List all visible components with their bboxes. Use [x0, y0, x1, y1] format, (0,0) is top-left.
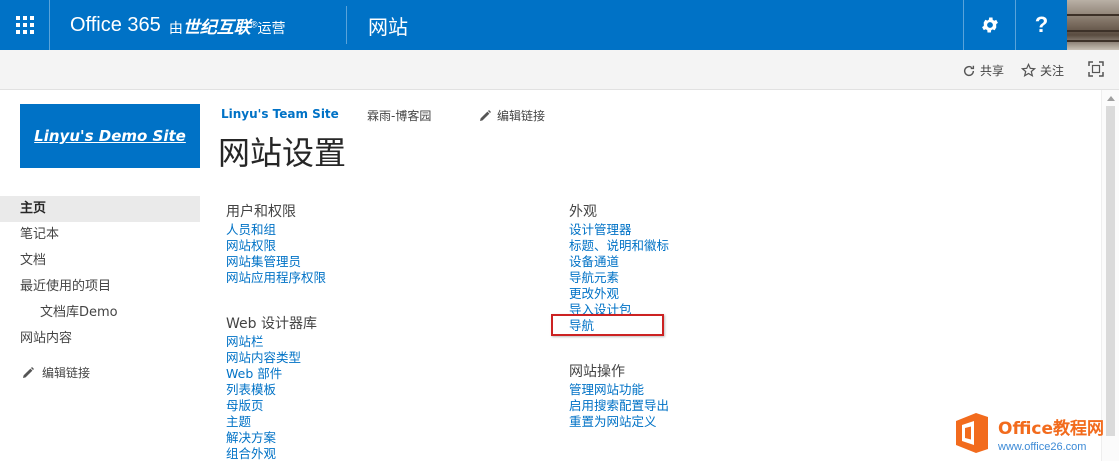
link-navigation-elements[interactable]: 导航元素 [569, 270, 669, 286]
link-manage-site-features[interactable]: 管理网站功能 [569, 382, 669, 398]
app-launcher-button[interactable] [0, 0, 50, 50]
help-icon: ? [1034, 12, 1049, 37]
top-nav-subsite[interactable]: 霖雨-博客园 [367, 107, 431, 124]
share-button[interactable]: 共享 [962, 62, 1004, 79]
follow-label: 关注 [1040, 64, 1065, 78]
section-site-actions: 网站操作 管理网站功能 启用搜索配置导出 重置为网站定义 [569, 363, 669, 430]
section-title: 网站操作 [569, 364, 625, 380]
top-nav-edit-links[interactable]: 编辑链接 [479, 107, 545, 124]
link-site-collection-admins[interactable]: 网站集管理员 [226, 254, 326, 270]
link-device-channels[interactable]: 设备通道 [569, 254, 669, 270]
link-web-parts[interactable]: Web 部件 [226, 366, 317, 382]
section-title: 外观 [569, 204, 597, 220]
link-site-app-permissions[interactable]: 网站应用程序权限 [226, 270, 326, 286]
quick-launch-item-doclib-demo[interactable]: 文档库Demo [0, 300, 200, 326]
quick-launch-edit-links[interactable]: 编辑链接 [0, 364, 200, 381]
section-web-designer-galleries: Web 设计器库 网站栏 网站内容类型 Web 部件 列表模板 母版页 主题 解… [226, 315, 317, 461]
page-title: 网站设置 [218, 134, 347, 172]
focus-content-icon [1088, 61, 1104, 77]
link-people-groups[interactable]: 人员和组 [226, 222, 326, 238]
settings-button[interactable] [963, 0, 1015, 50]
link-solutions[interactable]: 解决方案 [226, 430, 317, 446]
suite-bar: Office 365 由世纪互联®运营 网站 ? [0, 0, 1119, 50]
help-button[interactable]: ? [1015, 0, 1067, 50]
link-content-types[interactable]: 网站内容类型 [226, 350, 317, 366]
quick-launch-item-documents[interactable]: 文档 [0, 248, 200, 274]
link-title-description-logo[interactable]: 标题、说明和徽标 [569, 238, 669, 254]
scroll-up-arrow-icon[interactable] [1107, 96, 1115, 101]
link-site-columns[interactable]: 网站栏 [226, 334, 317, 350]
suite-app-title[interactable]: 网站 [368, 0, 408, 50]
watermark: Office教程网 www.office26.com [952, 405, 1119, 461]
section-title: Web 设计器库 [226, 316, 317, 332]
share-label: 共享 [980, 64, 1005, 78]
link-site-permissions[interactable]: 网站权限 [226, 238, 326, 254]
watermark-url: www.office26.com [998, 440, 1087, 453]
scroll-thumb[interactable] [1106, 106, 1115, 436]
suite-divider [346, 6, 347, 44]
annotation-highlight-box [551, 314, 664, 336]
quick-launch-item-site-contents[interactable]: 网站内容 [0, 326, 200, 352]
quick-launch-item-recent[interactable]: 最近使用的项目 [0, 274, 200, 300]
site-logo-text[interactable]: Linyu's Demo Site [34, 127, 186, 145]
quick-launch: 主页 笔记本 文档 最近使用的项目 文档库Demo 网站内容 编辑链接 [0, 196, 200, 381]
waffle-icon [15, 16, 34, 34]
avatar[interactable] [1067, 0, 1119, 50]
share-icon [963, 65, 975, 76]
link-themes[interactable]: 主题 [226, 414, 317, 430]
site-logo[interactable]: Linyu's Demo Site [20, 104, 200, 168]
watermark-brand: Office教程网 [998, 418, 1105, 439]
brand-operator: 由世纪互联®运营 [168, 17, 286, 37]
follow-button[interactable]: 关注 [1021, 62, 1064, 79]
watermark-text: Office教程网 www.office26.com [998, 414, 1104, 453]
office-logo-icon [952, 411, 992, 455]
link-change-the-look[interactable]: 更改外观 [569, 286, 669, 302]
link-composed-looks[interactable]: 组合外观 [226, 446, 317, 461]
action-bar: 共享 关注 [0, 50, 1119, 90]
section-title: 用户和权限 [226, 204, 296, 220]
link-design-manager[interactable]: 设计管理器 [569, 222, 669, 238]
star-icon [1021, 63, 1036, 78]
link-reset-to-site-definition[interactable]: 重置为网站定义 [569, 414, 669, 430]
top-nav-team-site[interactable]: Linyu's Team Site [221, 107, 339, 121]
gear-icon [981, 17, 998, 33]
pencil-icon [480, 109, 491, 121]
pencil-icon [23, 366, 34, 378]
office365-brand[interactable]: Office 365 由世纪互联®运营 [70, 0, 285, 50]
quick-launch-item-notebook[interactable]: 笔记本 [0, 222, 200, 248]
section-users-permissions: 用户和权限 人员和组 网站权限 网站集管理员 网站应用程序权限 [226, 203, 326, 286]
link-list-templates[interactable]: 列表模板 [226, 382, 317, 398]
brand-name: Office 365 [70, 13, 161, 36]
link-master-pages[interactable]: 母版页 [226, 398, 317, 414]
link-enable-search-config-export[interactable]: 启用搜索配置导出 [569, 398, 669, 414]
quick-launch-item-home[interactable]: 主页 [0, 196, 200, 222]
focus-content-button[interactable] [1088, 61, 1108, 77]
